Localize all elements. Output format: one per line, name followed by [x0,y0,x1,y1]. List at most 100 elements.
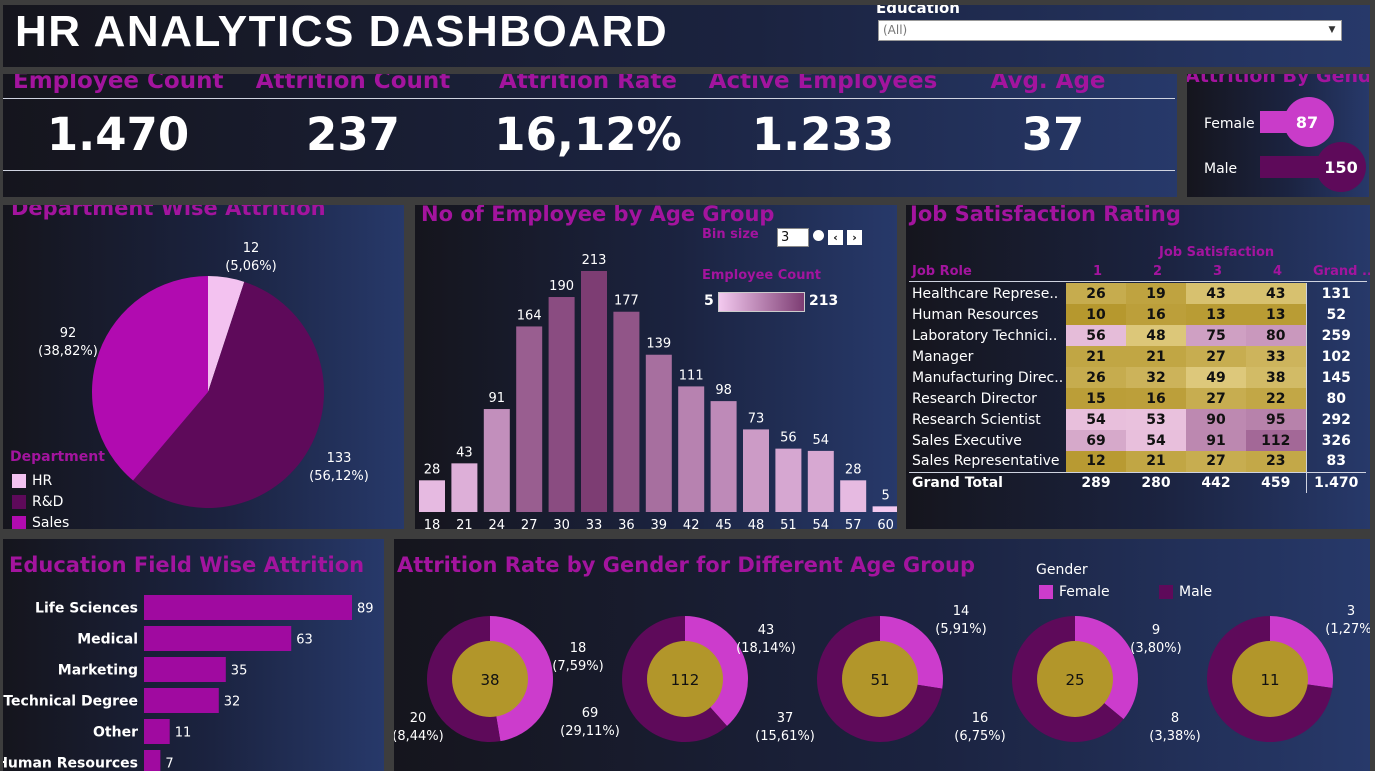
donut-center-value: 112 [671,671,700,689]
heatmap-cell[interactable]: 26 [1066,283,1126,304]
heatmap-cell[interactable]: 16 [1126,388,1186,409]
heatmap-cell[interactable]: 91 [1186,430,1246,451]
legend-label: HR [32,472,53,489]
heatmap-cell[interactable]: 56 [1066,325,1126,346]
age-bar[interactable] [678,386,705,512]
pie-percent-label: (5,06%) [225,259,276,274]
job-satisfaction-table: Healthcare Represe.. 26 19 43 43 131 Human Res… [909,283,1366,493]
age-bar[interactable] [840,480,867,512]
row-grand-total: 259 [1305,325,1366,346]
age-bar[interactable] [516,326,543,512]
age-bar-value: 139 [646,337,671,352]
heatmap-cell[interactable]: 13 [1186,304,1246,325]
heatmap-cell[interactable]: 27 [1186,451,1246,472]
heatmap-cell[interactable]: 10 [1066,304,1126,325]
age-bar-value: 56 [780,431,797,446]
chevron-left-icon[interactable]: ‹ [828,230,843,245]
age-bar[interactable] [548,297,575,512]
heatmap-cell[interactable]: 54 [1126,430,1186,451]
donut-male-percent: (15,61%) [755,729,815,744]
reset-icon[interactable] [813,230,824,241]
education-filter-dropdown[interactable]: (All) ▼ [878,20,1342,41]
chevron-right-icon[interactable]: › [847,230,862,245]
age-bar[interactable] [645,354,672,512]
heatmap-cell[interactable]: 27 [1186,388,1246,409]
heatmap-cell[interactable]: 48 [1126,325,1186,346]
heatmap-cell[interactable]: 23 [1246,451,1306,472]
age-bar[interactable] [483,409,510,512]
heatmap-cell[interactable]: 19 [1126,283,1186,304]
education-field-bar[interactable] [144,719,170,744]
heatmap-cell[interactable]: 12 [1066,451,1126,472]
job-role-row: Research Director 15 16 27 22 80 [909,388,1366,409]
heatmap-cell[interactable]: 26 [1066,367,1126,388]
column-grand-total: 459 [1246,471,1306,493]
education-field-bar[interactable] [144,750,161,771]
heatmap-cell[interactable]: 22 [1246,388,1306,409]
education-field-bar[interactable] [144,595,352,620]
heatmap-cell[interactable]: 15 [1066,388,1126,409]
gender-label-female: Female [1204,116,1255,132]
donut-female-percent: (18,14%) [736,641,796,656]
heatmap-cell[interactable]: 90 [1186,409,1246,430]
heatmap-cell[interactable]: 75 [1186,325,1246,346]
legend-item-rnd[interactable]: R&D [12,491,69,512]
age-axis-tick: 42 [683,518,700,529]
education-field-value: 32 [224,695,241,710]
legend-swatch [12,494,26,509]
age-bar-value: 190 [549,279,574,294]
bin-size-input[interactable]: 3 [777,228,809,247]
heatmap-cell[interactable]: 43 [1186,283,1246,304]
heatmap-cell[interactable]: 33 [1246,346,1306,367]
heatmap-cell[interactable]: 32 [1126,367,1186,388]
education-field-bar[interactable] [144,626,292,651]
heatmap-cell[interactable]: 16 [1126,304,1186,325]
age-bar[interactable] [451,463,478,512]
department-attrition-panel: Department Wise Attrition 12 (5,06%) 133 (5… [3,205,404,529]
heatmap-cell[interactable]: 43 [1246,283,1306,304]
heatmap-cell[interactable]: 95 [1246,409,1306,430]
kpi-value-employee-count: 1.470 [46,108,190,161]
age-axis-tick: 36 [618,518,635,529]
legend-item-female[interactable]: Female [1039,584,1110,600]
age-bar[interactable] [807,450,834,512]
legend-item-male[interactable]: Male [1159,584,1212,600]
legend-item-sales[interactable]: Sales [12,512,69,529]
pie-value-label: 12 [243,241,260,256]
heatmap-cell[interactable]: 38 [1246,367,1306,388]
education-field-label: Other [93,725,138,741]
heatmap-cell[interactable]: 112 [1246,430,1306,451]
kpi-divider-bottom [3,170,1175,171]
heatmap-cell[interactable]: 13 [1246,304,1306,325]
age-axis-tick: 27 [521,518,538,529]
bin-size-label: Bin size [702,227,759,242]
legend-item-hr[interactable]: HR [12,470,69,491]
column-header-2: 2 [1153,264,1163,279]
chevron-down-icon[interactable]: ▼ [1325,23,1339,38]
heatmap-cell[interactable]: 54 [1066,409,1126,430]
age-bar[interactable] [710,401,737,512]
age-bar[interactable] [419,480,445,512]
heatmap-cell[interactable]: 27 [1186,346,1246,367]
gender-value-female: 87 [1296,113,1318,132]
age-bar-value: 98 [715,383,732,398]
pie-value-label: 133 [327,451,352,466]
heatmap-cell[interactable]: 80 [1246,325,1306,346]
heatmap-cell[interactable]: 49 [1186,367,1246,388]
job-role-label: Human Resources [912,306,1039,323]
education-field-bar[interactable] [144,688,219,713]
age-bar[interactable] [872,506,897,512]
heatmap-cell[interactable]: 21 [1066,346,1126,367]
age-bar[interactable] [613,311,640,512]
panel-title: Education Field Wise Attrition [9,553,365,577]
heatmap-cell[interactable]: 69 [1066,430,1126,451]
row-grand-total: 83 [1305,451,1366,472]
age-bar[interactable] [581,271,607,512]
age-bar[interactable] [775,448,802,512]
education-field-bar[interactable] [144,657,226,682]
age-bar[interactable] [743,429,769,512]
heatmap-cell[interactable]: 21 [1126,451,1186,472]
heatmap-cell[interactable]: 53 [1126,409,1186,430]
heatmap-cell[interactable]: 21 [1126,346,1186,367]
age-axis-tick: 21 [456,518,473,529]
